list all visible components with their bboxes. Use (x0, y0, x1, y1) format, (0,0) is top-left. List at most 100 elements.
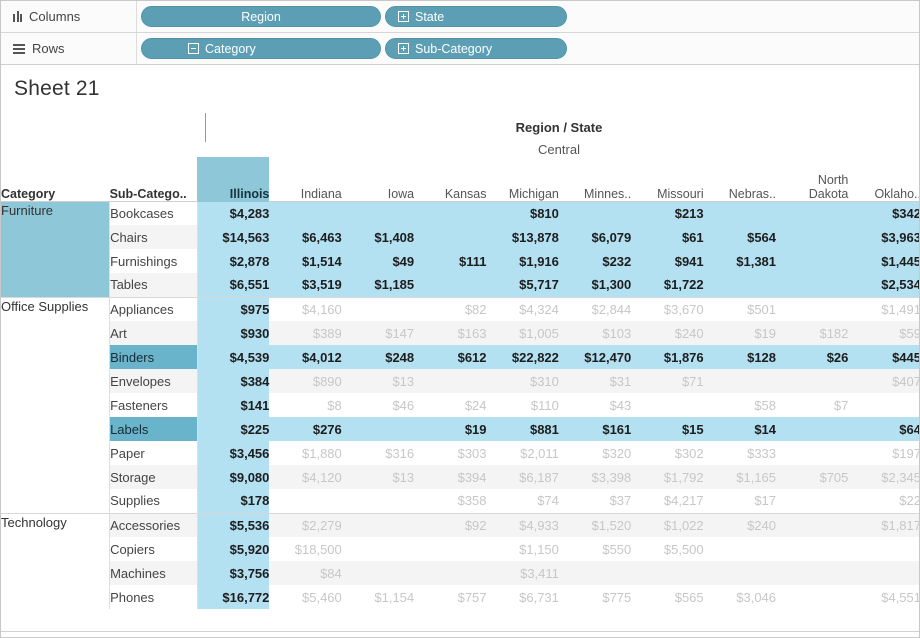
table-cell[interactable]: $13 (341, 369, 415, 393)
table-cell[interactable] (776, 225, 849, 249)
state-header-kansas[interactable]: Kansas (414, 157, 487, 202)
table-cell[interactable]: $1,381 (703, 249, 777, 273)
table-cell[interactable]: $84 (269, 561, 342, 585)
table-cell[interactable]: $74 (487, 489, 559, 513)
row-header-subcategory[interactable]: Tables (109, 273, 198, 297)
row-header-subcategory[interactable]: Storage (109, 465, 198, 489)
table-cell[interactable]: $890 (269, 369, 342, 393)
table-cell[interactable]: $18,500 (269, 537, 342, 561)
table-cell[interactable]: $550 (559, 537, 631, 561)
table-cell[interactable]: $71 (631, 369, 704, 393)
table-cell[interactable]: $4,217 (631, 489, 704, 513)
table-cell[interactable] (776, 512, 849, 537)
table-cell[interactable]: $7 (776, 393, 848, 417)
table-row[interactable]: Copiers $5,920 $18,500 $1,150 $550 $5,500 (1, 537, 919, 561)
table-cell[interactable]: $3,046 (704, 585, 776, 609)
table-cell[interactable]: $1,491 (848, 296, 919, 321)
table-row[interactable]: Furnishings $2,878 $1,514 $49 $111 $1,916 $232… (1, 249, 919, 273)
table-cell[interactable]: $1,150 (487, 537, 559, 561)
table-cell[interactable] (776, 249, 849, 273)
table-cell[interactable]: $1,154 (342, 585, 414, 609)
table-cell[interactable]: $565 (631, 585, 704, 609)
table-row[interactable]: Chairs $14,563 $6,463 $1,408 $13,878 $6,079 $6… (1, 225, 919, 249)
table-cell[interactable] (342, 537, 414, 561)
state-header-michigan[interactable]: Michigan (486, 157, 559, 202)
table-cell[interactable] (776, 561, 849, 585)
table-cell[interactable]: $1,520 (558, 512, 632, 537)
table-cell[interactable]: $4,012 (269, 345, 342, 369)
row-header-category[interactable]: Technology (1, 512, 111, 609)
pill-category[interactable]: Category (141, 38, 381, 59)
table-cell[interactable]: $161 (558, 417, 632, 441)
table-cell[interactable]: $14 (703, 417, 777, 441)
table-cell[interactable]: $103 (558, 321, 632, 345)
state-header-minnes[interactable]: Minnes.. (558, 157, 632, 202)
table-row[interactable]: Machines $3,756 $84 $3,411 (1, 561, 919, 585)
table-cell[interactable]: $3,756 (197, 561, 270, 585)
table-cell[interactable]: $1,514 (269, 249, 342, 273)
table-cell[interactable]: $757 (414, 585, 487, 609)
table-cell[interactable]: $810 (486, 201, 559, 225)
table-cell[interactable]: $6,731 (487, 585, 559, 609)
table-cell[interactable]: $276 (269, 417, 342, 441)
table-cell[interactable] (848, 561, 919, 585)
table-cell[interactable] (776, 537, 848, 561)
row-header-subcategory[interactable]: Bookcases (109, 201, 198, 225)
state-header-indiana[interactable]: Indiana (269, 157, 342, 202)
table-cell[interactable]: $4,120 (269, 465, 342, 489)
table-row[interactable]: Paper $3,456 $1,880 $316 $303 $2,011 $320 $302 $… (1, 441, 919, 465)
table-cell[interactable] (703, 369, 777, 393)
table-cell[interactable]: $43 (559, 393, 632, 417)
table-cell[interactable]: $3,963 (848, 225, 919, 249)
table-cell[interactable]: $111 (414, 249, 487, 273)
table-cell[interactable]: $2,345 (848, 465, 919, 489)
table-cell[interactable]: $3,411 (486, 561, 559, 585)
table-cell[interactable] (776, 585, 848, 609)
expand-plus-icon[interactable] (398, 11, 409, 22)
row-header-category[interactable]: Furniture (1, 201, 111, 297)
table-cell[interactable]: $12,470 (558, 345, 632, 369)
table-cell[interactable]: $141 (197, 393, 270, 417)
table-cell[interactable]: $1,876 (631, 345, 704, 369)
table-cell[interactable] (341, 417, 415, 441)
table-cell[interactable] (631, 561, 704, 585)
table-cell[interactable]: $22 (848, 489, 919, 513)
table-cell[interactable]: $1,165 (703, 465, 777, 489)
table-cell[interactable]: $4,933 (486, 512, 559, 537)
row-header-subcategory[interactable]: Appliances (109, 296, 198, 321)
table-cell[interactable]: $930 (197, 321, 270, 345)
table-cell[interactable]: $1,408 (341, 225, 415, 249)
table-cell[interactable]: $3,456 (197, 441, 270, 465)
table-cell[interactable]: $1,916 (486, 249, 559, 273)
table-cell[interactable]: $445 (848, 345, 919, 369)
table-row[interactable]: Phones $16,772 $5,460 $1,154 $757 $6,731 $775 $… (1, 585, 919, 609)
table-cell[interactable]: $26 (776, 345, 849, 369)
table-cell[interactable]: $5,920 (197, 537, 270, 561)
table-cell[interactable]: $2,844 (558, 296, 632, 321)
table-row[interactable]: Fasteners $141 $8 $46 $24 $110 $43 $58 $7 (1, 393, 919, 417)
table-cell[interactable] (776, 296, 849, 321)
table-cell[interactable] (848, 393, 919, 417)
table-cell[interactable]: $389 (269, 321, 342, 345)
table-cell[interactable]: $225 (197, 417, 270, 441)
table-cell[interactable] (341, 561, 415, 585)
table-row[interactable]: Binders $4,539 $4,012 $248 $612 $22,822 $12,47… (1, 345, 919, 369)
pill-state[interactable]: State (385, 6, 567, 27)
table-cell[interactable] (703, 561, 777, 585)
table-cell[interactable] (414, 561, 487, 585)
table-cell[interactable]: $6,551 (197, 273, 270, 297)
table-cell[interactable]: $407 (848, 369, 919, 393)
table-cell[interactable]: $302 (631, 441, 704, 465)
table-row[interactable]: Office Supplies Appliances $975 $4,160 $82 $4… (1, 296, 919, 513)
table-cell[interactable] (776, 489, 848, 513)
table-cell[interactable]: $384 (197, 369, 270, 393)
region-header[interactable]: Central (197, 135, 919, 157)
table-cell[interactable]: $82 (414, 296, 487, 321)
row-header-subcategory[interactable]: Chairs (109, 225, 198, 249)
table-cell[interactable]: $17 (704, 489, 776, 513)
table-row[interactable]: Labels $225 $276 $19 $881 $161 $15 $14 $64 (1, 417, 919, 441)
table-cell[interactable]: $1,300 (558, 273, 632, 297)
table-cell[interactable]: $8 (269, 393, 341, 417)
table-cell[interactable] (414, 225, 487, 249)
table-cell[interactable]: $394 (414, 465, 487, 489)
